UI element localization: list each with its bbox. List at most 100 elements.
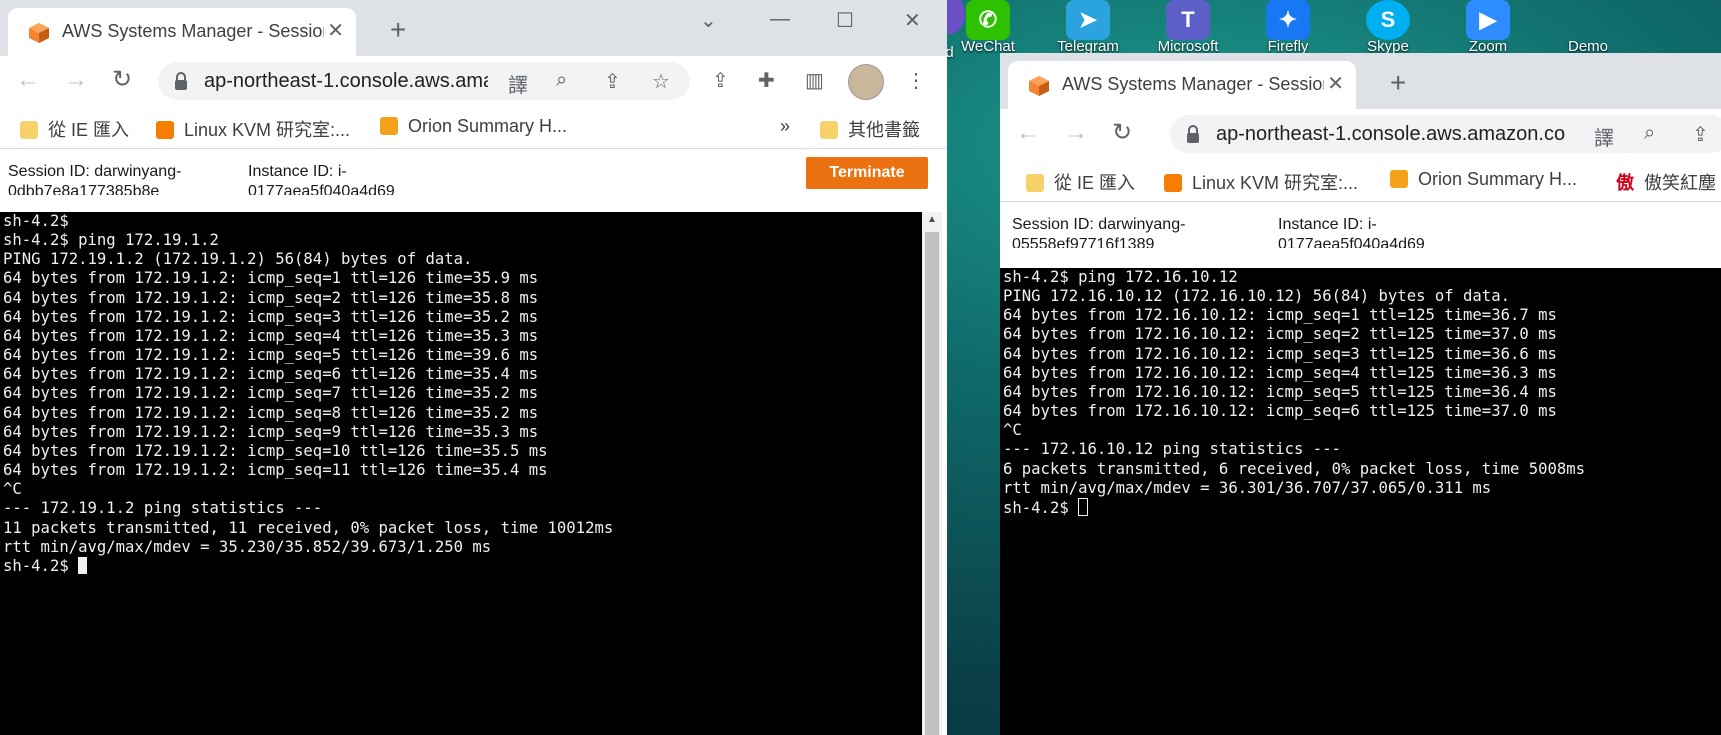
terminal-output: sh-4.2$ sh-4.2$ ping 172.19.1.2 PING 172…	[0, 212, 922, 576]
bookmark-ie-import[interactable]: 從 IE 匯入	[1026, 169, 1135, 195]
share-icon[interactable]: ⇪	[604, 69, 621, 94]
lock-icon	[175, 72, 187, 90]
folder-icon	[820, 121, 838, 139]
translate-icon[interactable]: 譯	[1594, 122, 1614, 151]
maximize-button[interactable]: ☐	[836, 8, 854, 33]
close-tab-icon[interactable]: ✕	[327, 18, 344, 43]
scroll-up-arrow[interactable]: ▲	[922, 214, 942, 225]
back-button[interactable]: ←	[1016, 119, 1040, 147]
session-header: Session ID: darwinyang-0dbb7e8a177385b8e…	[0, 150, 947, 195]
bookmark-linux-kvm[interactable]: Linux KVM 研究室:...	[156, 116, 350, 142]
folder-icon	[20, 121, 38, 139]
address-bar[interactable]: ap-northeast-1.console.aws.amazon.com 譯 …	[1170, 115, 1721, 153]
forward-button[interactable]: →	[1064, 119, 1088, 147]
terminal[interactable]: sh-4.2$ ping 172.16.10.12 PING 172.16.10…	[1000, 268, 1721, 735]
desktop-icon-skype[interactable]: S Skype	[1340, 0, 1436, 56]
session-id: Session ID: darwinyang-0dbb7e8a177385b8e	[8, 163, 182, 195]
translate-icon[interactable]: 譯	[508, 69, 528, 98]
desktop-icon-label: Microsoft	[1157, 40, 1219, 54]
folder-icon	[1026, 174, 1044, 192]
terminal-cursor	[1078, 497, 1089, 516]
terminal-text: sh-4.2$ sh-4.2$ ping 172.19.1.2 PING 172…	[3, 212, 614, 556]
tab-title: AWS Systems Manager - Session	[1062, 74, 1324, 94]
zoom-icon: ▶	[1466, 0, 1510, 40]
bookmark-orion-summary[interactable]: Orion Summary H...	[380, 116, 567, 137]
app-icon	[1566, 0, 1610, 40]
wechat-icon: ✆	[966, 0, 1010, 40]
aoxiao-icon: 傲	[1616, 173, 1634, 193]
terminal-scrollbar[interactable]: ▲	[922, 212, 942, 735]
aws-cube-icon	[29, 23, 49, 43]
desktop-icon-teams[interactable]: T Microsoft	[1140, 0, 1236, 56]
zoom-icon[interactable]: ⌕	[1644, 122, 1655, 145]
desktop-icon-label: WeChat	[961, 40, 1015, 54]
minimize-button[interactable]: —	[770, 8, 790, 31]
desktop-icon-firefly[interactable]: ✦ Firefly	[1240, 0, 1336, 56]
bookmark-other[interactable]: 其他書籤	[820, 116, 920, 142]
aws-cube-icon	[1029, 76, 1049, 96]
address-bar[interactable]: ap-northeast-1.console.aws.amazon.com 譯 …	[158, 62, 690, 100]
tab-search-icon[interactable]: ⌄	[700, 8, 717, 33]
forward-button[interactable]: →	[64, 66, 88, 94]
telegram-icon: ➤	[1066, 0, 1110, 40]
new-tab-button[interactable]: +	[1390, 69, 1406, 97]
extension-app-icon[interactable]: ⇪	[712, 68, 729, 93]
session-header: Session ID: darwinyang-05558ef97716f1389…	[1000, 203, 1721, 248]
desktop-icon-zoom[interactable]: ▶ Zoom	[1440, 0, 1536, 56]
tab-aws-session[interactable]: AWS Systems Manager - Session ✕	[8, 8, 356, 56]
blogger-icon	[1164, 174, 1182, 192]
tab-strip: AWS Systems Manager - Session ✕ +	[1000, 53, 1721, 109]
menu-icon[interactable]: ⋮	[906, 68, 926, 93]
desktop-icon-label: Skype	[1367, 40, 1409, 54]
bookmark-linux-kvm[interactable]: Linux KVM 研究室:...	[1164, 169, 1358, 195]
blogger-icon	[156, 121, 174, 139]
bookmark-ie-import[interactable]: 從 IE 匯入	[20, 116, 129, 142]
teams-icon: T	[1166, 0, 1210, 40]
desktop-icon-label: Firefly	[1267, 40, 1309, 54]
bookmarks-overflow-button[interactable]: »	[780, 116, 790, 137]
bookmark-label: Linux KVM 研究室:...	[1192, 173, 1359, 193]
desktop-icons: ✆ WeChat ➤ Telegram T Microsoft ✦ Firefl…	[940, 0, 1721, 56]
terminal-prompt: sh-4.2$	[3, 556, 79, 575]
reload-button[interactable]: ↻	[112, 66, 132, 94]
terminal-text: sh-4.2$ ping 172.16.10.12 PING 172.16.10…	[1003, 268, 1586, 497]
url-text: ap-northeast-1.console.aws.amazon.com	[204, 70, 488, 92]
terminal-output: sh-4.2$ ping 172.16.10.12 PING 172.16.10…	[1000, 268, 1721, 518]
right-browser-window: AWS Systems Manager - Session ✕ + ← → ↻ …	[1000, 53, 1721, 735]
new-tab-button[interactable]: +	[390, 16, 406, 44]
share-icon[interactable]: ⇪	[1692, 122, 1709, 147]
scrollbar-thumb[interactable]	[925, 232, 939, 735]
side-panel-icon[interactable]: ▥	[805, 68, 824, 93]
terminal-prompt: sh-4.2$	[1003, 498, 1079, 517]
lock-icon	[1187, 125, 1199, 143]
desktop-icon-telegram[interactable]: ➤ Telegram	[1040, 0, 1136, 56]
bookmark-star-icon[interactable]: ☆	[652, 69, 670, 94]
profile-avatar[interactable]	[848, 64, 884, 100]
tab-strip: AWS Systems Manager - Session ✕ + ⌄ — ☐ …	[0, 0, 947, 56]
bookmark-label: 其他書籤	[848, 120, 920, 140]
tab-aws-session[interactable]: AWS Systems Manager - Session ✕	[1008, 61, 1356, 109]
extensions-puzzle-icon[interactable]: ✚	[758, 68, 775, 93]
left-browser-window: AWS Systems Manager - Session ✕ + ⌄ — ☐ …	[0, 0, 947, 735]
close-window-button[interactable]: ✕	[904, 8, 921, 33]
zoom-icon[interactable]: ⌕	[556, 69, 567, 92]
orion-icon	[1390, 170, 1408, 188]
tab-title: AWS Systems Manager - Session	[62, 21, 324, 41]
bookmark-orion-summary[interactable]: Orion Summary H...	[1390, 169, 1577, 190]
bookmark-label: Orion Summary H...	[1418, 169, 1578, 189]
desktop-icon-app[interactable]: Demo	[1540, 0, 1636, 56]
desktop-icon-wechat[interactable]: ✆ WeChat	[940, 0, 1036, 56]
desktop-icon-label: Telegram	[1057, 40, 1119, 54]
bookmark-aoxiao[interactable]: 傲傲笑紅塵	[1616, 169, 1716, 195]
instance-id: Instance ID: i-0177aea5f040a4d69	[1278, 216, 1425, 248]
back-button[interactable]: ←	[16, 66, 40, 94]
terminate-button[interactable]: Terminate	[806, 157, 928, 189]
terminal[interactable]: sh-4.2$ sh-4.2$ ping 172.19.1.2 PING 172…	[0, 212, 922, 735]
browser-toolbar: ← → ↻ ap-northeast-1.console.aws.amazon.…	[1000, 109, 1721, 159]
session-id: Session ID: darwinyang-05558ef97716f1389	[1012, 216, 1186, 248]
terminal-cursor	[78, 556, 88, 574]
reload-button[interactable]: ↻	[1112, 119, 1132, 147]
desktop-icon-label: Demo	[1567, 40, 1608, 54]
firefly-icon: ✦	[1266, 0, 1310, 40]
close-tab-icon[interactable]: ✕	[1327, 71, 1344, 96]
